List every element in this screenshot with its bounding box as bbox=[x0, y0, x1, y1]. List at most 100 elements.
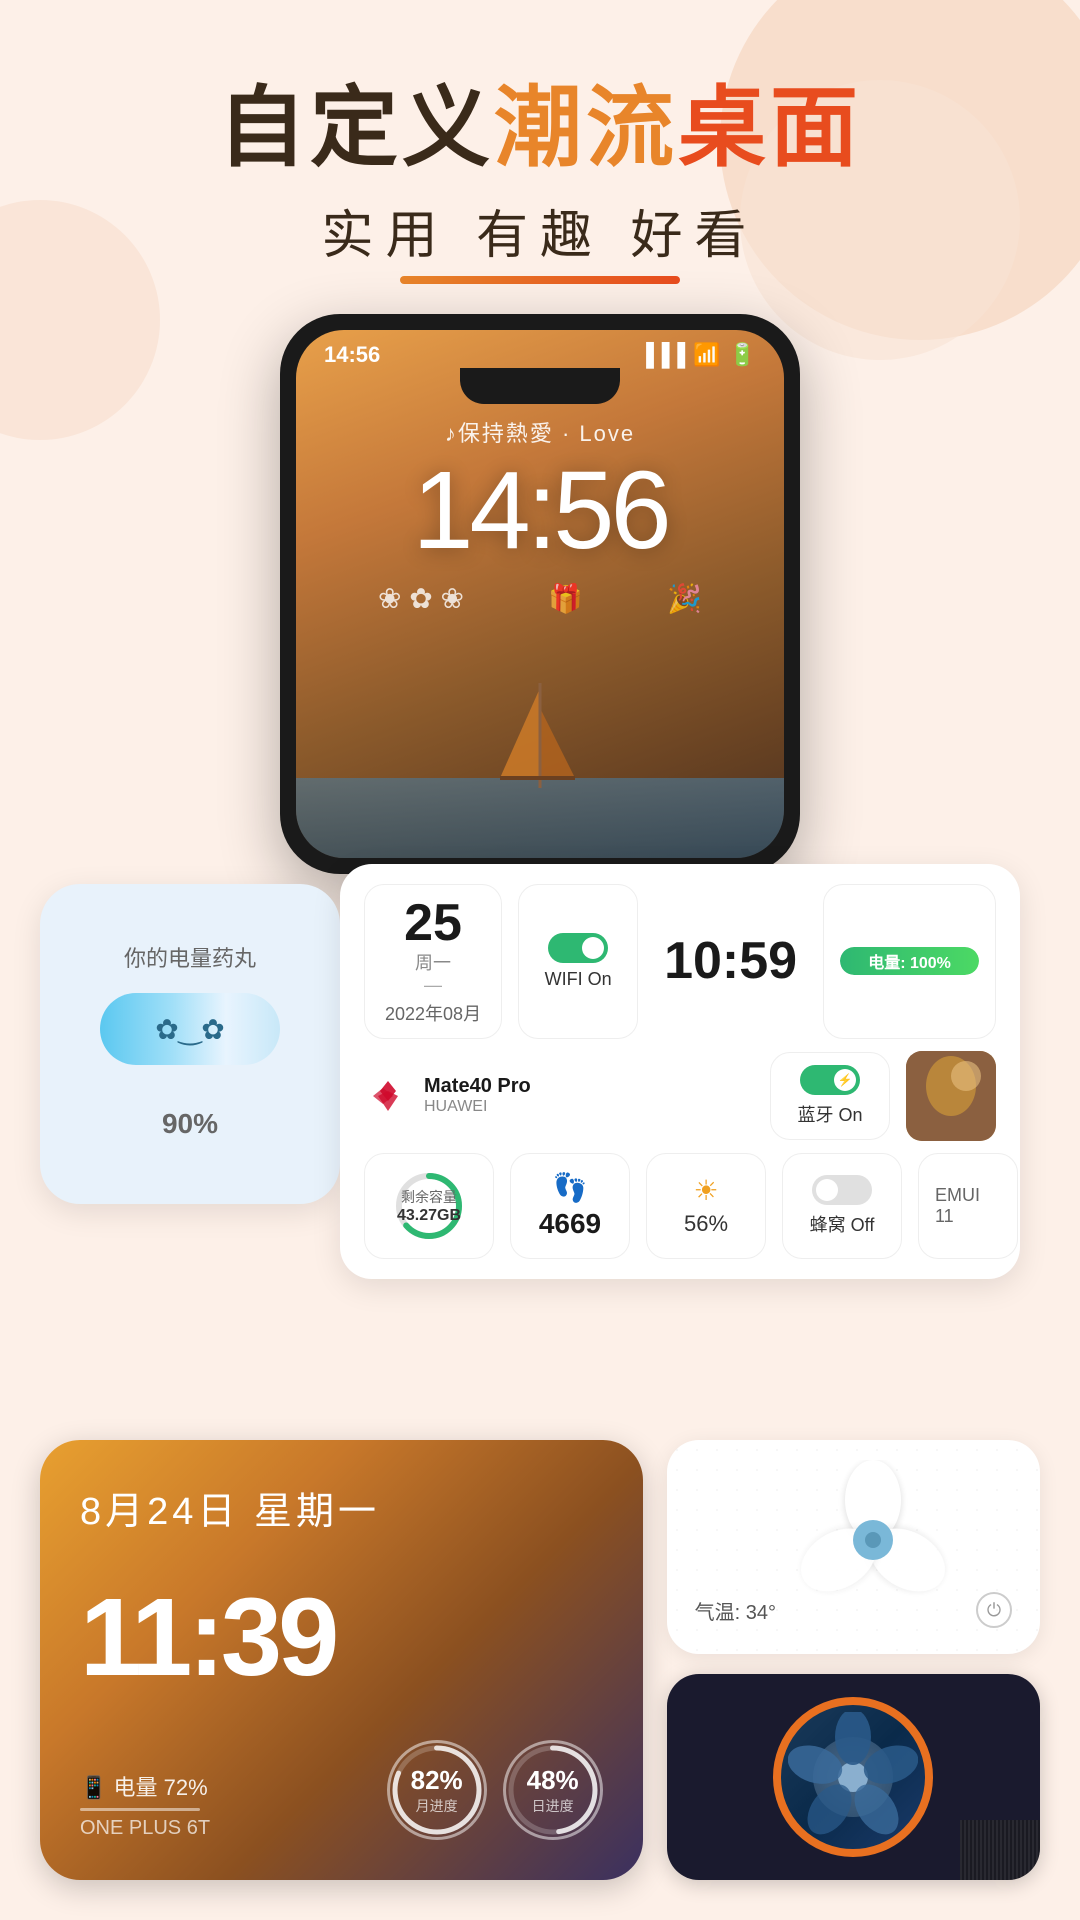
info-row-2: Mate40 Pro HUAWEI ⚡ 蓝牙 On bbox=[364, 1051, 996, 1141]
steps-icon: 👣 bbox=[553, 1171, 588, 1204]
dt-circle1-label: 月进度 bbox=[411, 1796, 463, 1816]
dt-circle-monthly: 82% 月进度 bbox=[387, 1740, 487, 1840]
date-month: 2022年08月 bbox=[385, 1000, 481, 1026]
wifi-toggle[interactable] bbox=[548, 933, 608, 963]
battery-pill-label: 你的电量药丸 bbox=[124, 941, 256, 973]
bluetooth-box[interactable]: ⚡ 蓝牙 On bbox=[770, 1052, 890, 1140]
storage-label: 剩余容量 bbox=[397, 1187, 461, 1207]
storage-gb: 43.27GB bbox=[397, 1207, 461, 1225]
phone-section: 14:56 ▐▐▐ 📶 🔋 ♪保持熱愛 · Love 14:56 ❀ ✿ ❀ 🎁… bbox=[0, 314, 1080, 874]
battery-percent-text: 电量: 100% bbox=[868, 949, 951, 973]
emui-box: EMUI 11 bbox=[918, 1153, 1018, 1259]
dt-divider bbox=[80, 1808, 200, 1811]
phone-time-small: 14:56 bbox=[324, 342, 380, 368]
battery-pill-image: ✿‿✿ bbox=[100, 993, 280, 1065]
date-weekday: 周一 bbox=[385, 949, 481, 975]
phone-decorations: ❀ ✿ ❀ 🎁 🎉 bbox=[296, 582, 784, 615]
storage-ring: 剩余容量 43.27GB bbox=[389, 1166, 469, 1246]
battery-percent: 90% bbox=[162, 1081, 218, 1146]
fan-power-button[interactable]: ⏻ bbox=[976, 1592, 1012, 1628]
deco-gift: 🎁 bbox=[548, 582, 583, 615]
dt-time: 11:39 bbox=[80, 1583, 603, 1693]
cellular-box[interactable]: 蜂窝 Off bbox=[782, 1153, 902, 1259]
bluetooth-toggle[interactable]: ⚡ bbox=[800, 1065, 860, 1095]
dt-circle2-val: 48% bbox=[527, 1765, 579, 1796]
barcode-overlay bbox=[960, 1820, 1040, 1880]
battery-unit: % bbox=[193, 1108, 218, 1139]
right-widgets: 气温: 34° ⏻ bbox=[667, 1440, 1040, 1880]
device-model: Mate40 Pro bbox=[424, 1075, 531, 1098]
dt-circles: 82% 月进度 48% 日进度 bbox=[387, 1740, 603, 1840]
brightness-box: ☀ 56% bbox=[646, 1153, 766, 1259]
device-brand: HUAWEI bbox=[424, 1098, 531, 1116]
dt-device-name: ONE PLUS 6T bbox=[80, 1817, 210, 1840]
deco-flowers: ❀ ✿ ❀ bbox=[378, 582, 464, 615]
battery-percent-value: 90 bbox=[162, 1108, 193, 1139]
title-part1: 自定义 bbox=[218, 78, 494, 177]
power-icon: ⏻ bbox=[987, 1600, 1001, 1621]
fan-temp: 气温: 34° bbox=[695, 1596, 776, 1625]
fan2-outer bbox=[773, 1697, 933, 1857]
pill-face: ✿‿✿ bbox=[155, 1013, 224, 1046]
phone-status-bar: 14:56 ▐▐▐ 📶 🔋 bbox=[296, 330, 784, 368]
device-box: Mate40 Pro HUAWEI bbox=[364, 1064, 754, 1128]
battery-bar-box: 电量: 100% bbox=[823, 884, 996, 1039]
toggle-knob bbox=[582, 937, 604, 959]
emui-label: EMUI 11 bbox=[935, 1185, 1001, 1227]
huawei-logo bbox=[364, 1072, 412, 1120]
dt-circle-daily: 48% 日进度 bbox=[503, 1740, 603, 1840]
wifi-icon: 📶 bbox=[693, 342, 720, 368]
dt-device-info: 📱 电量 72% ONE PLUS 6T bbox=[80, 1770, 210, 1840]
battery-bar: 电量: 100% bbox=[840, 947, 979, 975]
main-title: 自定义潮流桌面 bbox=[0, 80, 1080, 177]
dt-battery-text: 电量 72% bbox=[114, 1775, 208, 1800]
subtitle: 实用 有趣 好看 bbox=[0, 193, 1080, 268]
battery-fill: 电量: 100% bbox=[840, 947, 979, 975]
title-part2: 潮流 bbox=[494, 78, 678, 177]
storage-box: 剩余容量 43.27GB bbox=[364, 1153, 494, 1259]
bluetooth-label: 蓝牙 On bbox=[797, 1101, 862, 1127]
sun-icon: ☀ bbox=[693, 1174, 718, 1207]
bottom-section: 8月24日 星期一 11:39 📱 电量 72% ONE PLUS 6T bbox=[40, 1440, 1040, 1880]
phone-clock: 14:56 bbox=[296, 456, 784, 566]
dt-circle1-val: 82% bbox=[411, 1765, 463, 1796]
fan-widget: 气温: 34° ⏻ bbox=[667, 1440, 1040, 1654]
brightness-value: 56% bbox=[684, 1211, 728, 1237]
steps-box: 👣 4669 bbox=[510, 1153, 630, 1259]
phone-lyrics: ♪保持熱愛 · Love bbox=[296, 416, 784, 448]
date-box: 25 周一 — 2022年08月 bbox=[364, 884, 502, 1039]
dt-battery: 📱 电量 72% bbox=[80, 1770, 210, 1802]
fan-bottom-bar: 气温: 34° ⏻ bbox=[687, 1592, 1020, 1628]
status-icons: ▐▐▐ 📶 🔋 bbox=[638, 342, 756, 368]
sailboat-svg bbox=[490, 678, 590, 798]
device-info: Mate40 Pro HUAWEI bbox=[424, 1075, 531, 1116]
info-widget: 25 周一 — 2022年08月 WIFI On 10:59 电量: 100% bbox=[340, 864, 1020, 1279]
deco-celebrate: 🎉 bbox=[667, 582, 702, 615]
steps-count: 4669 bbox=[539, 1208, 601, 1240]
time-box: 10:59 bbox=[654, 884, 807, 1039]
dt-bottom: 📱 电量 72% ONE PLUS 6T 82% 月进度 bbox=[80, 1740, 603, 1840]
title-part3: 桌面 bbox=[678, 78, 862, 177]
phone-screen: 14:56 ▐▐▐ 📶 🔋 ♪保持熱愛 · Love 14:56 ❀ ✿ ❀ 🎁… bbox=[296, 330, 784, 858]
date-day: 25 bbox=[385, 897, 481, 949]
phone-mockup: 14:56 ▐▐▐ 📶 🔋 ♪保持熱愛 · Love 14:56 ❀ ✿ ❀ 🎁… bbox=[280, 314, 800, 874]
header: 自定义潮流桌面 实用 有趣 好看 bbox=[0, 0, 1080, 284]
underline-decoration bbox=[400, 276, 680, 284]
cellular-knob bbox=[816, 1179, 838, 1201]
cellular-toggle[interactable] bbox=[812, 1175, 872, 1205]
sailboat-area bbox=[296, 678, 784, 858]
wifi-label: WIFI On bbox=[545, 969, 612, 990]
dt-date: 8月24日 星期一 bbox=[80, 1480, 603, 1535]
info-row-3: 剩余容量 43.27GB 👣 4669 ☀ 56% 蜂窝 Off E bbox=[364, 1153, 996, 1259]
date-dash: — bbox=[385, 975, 481, 996]
cellular-label: 蜂窝 Off bbox=[810, 1211, 875, 1237]
wifi-toggle-box[interactable]: WIFI On bbox=[518, 884, 638, 1039]
bluetooth-icon: ⚡ bbox=[834, 1069, 856, 1091]
signal-icon: ▐▐▐ bbox=[638, 342, 685, 368]
battery-pill-widget: 你的电量药丸 ✿‿✿ 90% bbox=[40, 884, 340, 1204]
datetime-widget: 8月24日 星期一 11:39 📱 电量 72% ONE PLUS 6T bbox=[40, 1440, 643, 1880]
phone-notch bbox=[460, 368, 620, 404]
fan2-blades-svg bbox=[788, 1712, 918, 1842]
dt-circle2-label: 日进度 bbox=[527, 1796, 579, 1816]
widgets-container: 你的电量药丸 ✿‿✿ 90% 25 周一 — 2022年08月 WIFI On … bbox=[0, 884, 1080, 1284]
